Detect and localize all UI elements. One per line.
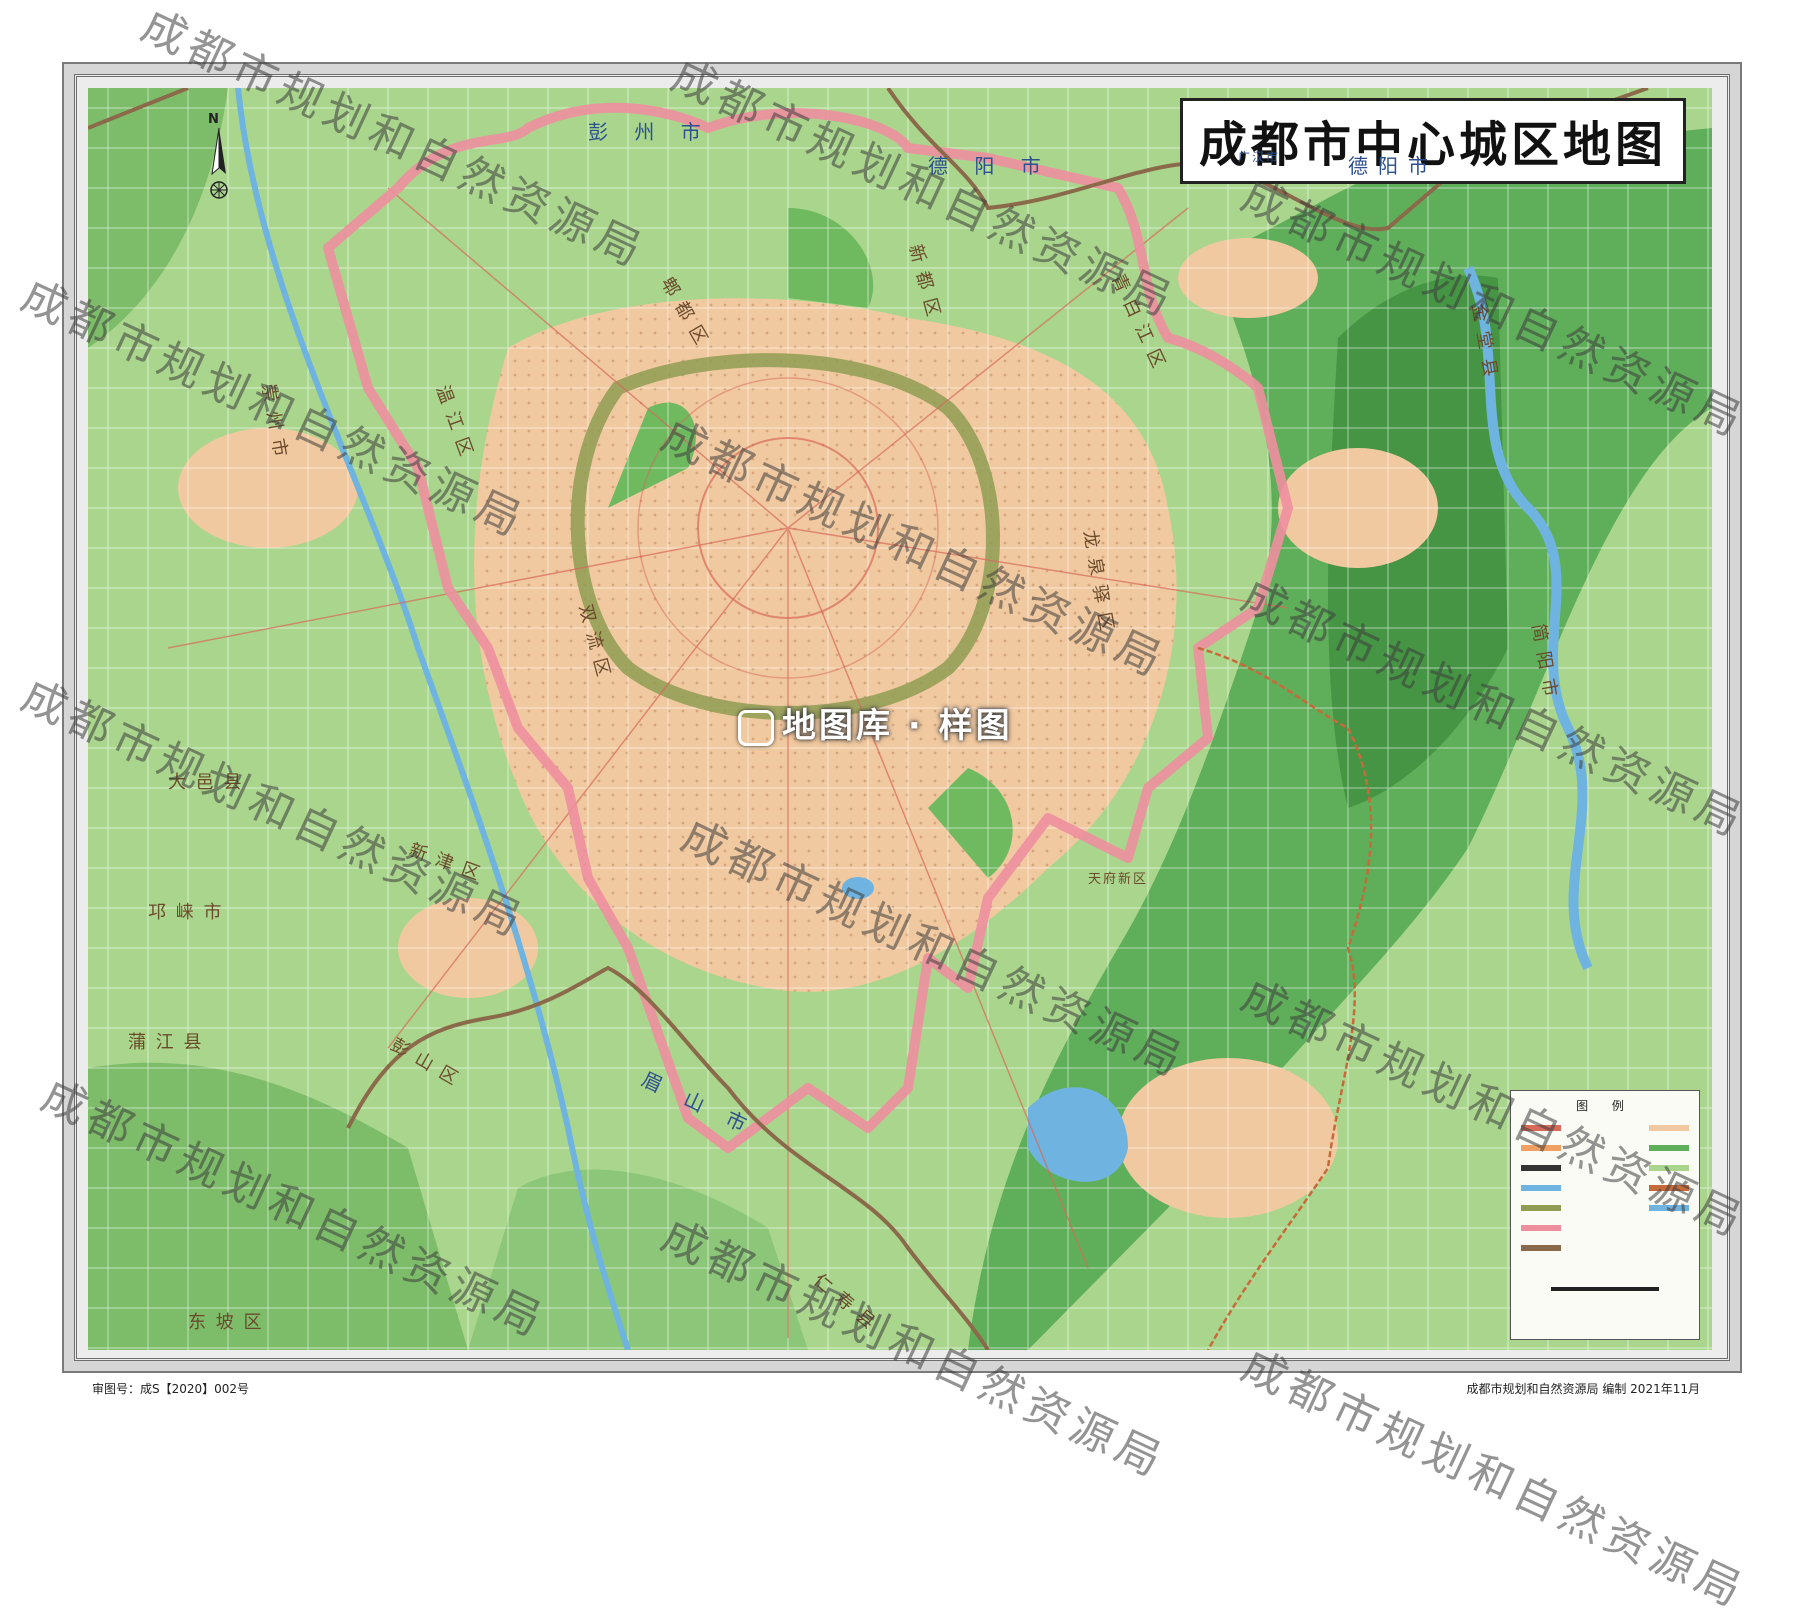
label-dongpo: 东 坡 区 — [188, 1312, 264, 1333]
label-guanghan: 广汉市 — [1238, 150, 1281, 164]
legend-lake — [1649, 1205, 1689, 1211]
legend-urban-area — [1649, 1125, 1689, 1131]
label-pujiang: 蒲 江 县 — [128, 1032, 204, 1053]
map-library-logo-icon — [738, 709, 774, 746]
approval-number: 审图号：成S【2020】002号 — [92, 1382, 250, 1396]
legend-ring-road — [1521, 1205, 1561, 1211]
label-deyang-east: 德阳市 — [1348, 154, 1438, 178]
compass-icon — [210, 127, 228, 199]
map-canvas[interactable]: 成都市中心城区地图 N 彭 州 市 德 阳 市 德阳市 广汉市 郫 都 区 新 … — [88, 88, 1712, 1350]
label-tianfu: 天府新区 — [1088, 872, 1149, 887]
map-legend: 图 例 — [1510, 1090, 1700, 1340]
legend-admin-boundary — [1521, 1245, 1561, 1251]
map-credit: 成都市规划和自然资源局 编制 2021年11月 — [1466, 1382, 1700, 1396]
sample-badge: 地图库 · 样图 — [738, 698, 1013, 747]
label-pengzhou: 彭 州 市 — [588, 120, 711, 144]
label-qionglai: 邛 崃 市 — [148, 902, 224, 923]
legend-title: 图 例 — [1576, 1099, 1634, 1113]
sample-badge-text: 地图库 · 样图 — [782, 706, 1013, 746]
north-arrow: N — [196, 112, 242, 208]
legend-forest — [1649, 1145, 1689, 1151]
legend-railway — [1521, 1165, 1561, 1171]
legend-new-area-boundary — [1649, 1185, 1689, 1191]
legend-farmland — [1649, 1165, 1689, 1171]
legend-expressway — [1521, 1125, 1561, 1131]
watermark: 成都市规划和自然资源局 — [1233, 1339, 1754, 1619]
scale-bar — [1551, 1287, 1659, 1291]
label-deyang: 德 阳 市 — [928, 154, 1051, 178]
legend-national-road — [1521, 1145, 1561, 1151]
legend-city-boundary — [1521, 1225, 1561, 1231]
legend-river — [1521, 1185, 1561, 1191]
label-dayi: 大 邑 县 — [168, 772, 244, 793]
lake — [842, 877, 874, 899]
